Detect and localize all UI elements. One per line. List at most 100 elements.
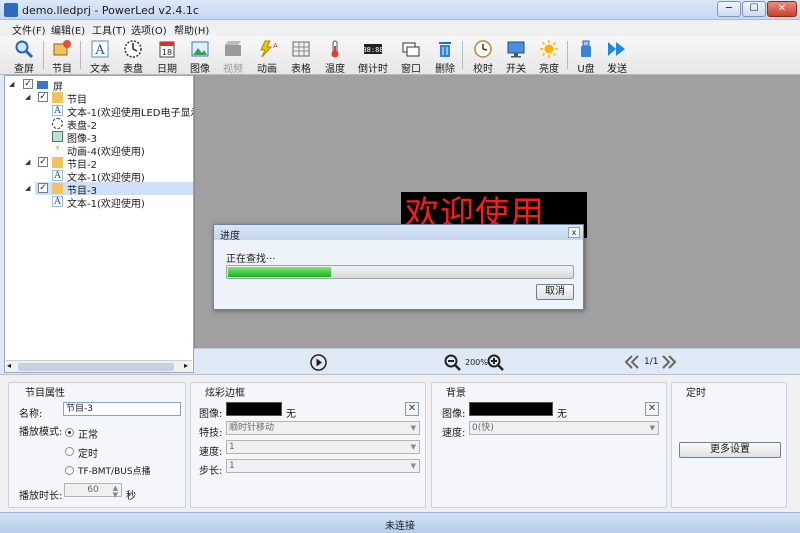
tree-checkbox[interactable]: ✓ — [38, 92, 48, 102]
dropdown-arrow-icon: ▼ — [410, 424, 416, 432]
image-icon — [191, 41, 209, 57]
background-image-swatch[interactable] — [469, 402, 553, 416]
border-image-swatch[interactable] — [226, 402, 282, 416]
add-dial-button[interactable]: 表盘 — [116, 38, 150, 75]
program-name-input[interactable]: 节目-3 — [63, 402, 181, 416]
send-button[interactable]: 发送 — [600, 38, 634, 75]
more-settings-button[interactable]: 更多设置 — [679, 442, 781, 458]
tree-node-image[interactable]: 图像-3 — [5, 130, 191, 145]
step-label: 步长: — [199, 466, 223, 477]
toolbar-label: 图像 — [190, 64, 210, 75]
add-program-button[interactable]: 节目 — [45, 38, 79, 75]
speed-value: 1 — [229, 442, 235, 452]
add-date-button[interactable]: 18 日期 — [150, 38, 184, 75]
speed-select[interactable]: 1 ▼ — [226, 440, 420, 454]
add-video-button[interactable]: 视频 — [216, 38, 250, 75]
tree-node-text[interactable]: A 文本-1(欢迎使用) — [5, 195, 191, 210]
clear-border-image-button[interactable]: ✕ — [405, 402, 419, 416]
connection-status: 未连接 — [385, 521, 415, 532]
program-tree[interactable]: ◢ ✓ 屏 ◢ ✓ 节目 A 文本-1(欢迎使用LED电子显示屏 表盘-2 图像… — [4, 75, 194, 373]
menu-options[interactable]: 选项(O) — [131, 22, 167, 37]
add-image-button[interactable]: 图像 — [183, 38, 217, 75]
add-temperature-button[interactable]: 温度 — [318, 38, 352, 75]
toolbar-label: 倒计时 — [358, 64, 388, 75]
spin-down-icon[interactable]: ▼ — [113, 489, 118, 501]
tree-node-program[interactable]: ◢ ✓ 节目-2 — [5, 156, 191, 171]
brightness-button[interactable]: 亮度 — [532, 38, 566, 75]
add-window-button[interactable]: 窗口 — [394, 38, 428, 75]
menu-help[interactable]: 帮助(H) — [174, 22, 209, 37]
tree-horizontal-scrollbar[interactable]: ◂ ▸ — [6, 360, 192, 372]
tree-node-text[interactable]: A 文本-1(欢迎使用) — [5, 169, 191, 184]
tree-checkbox[interactable]: ✓ — [23, 79, 33, 89]
scroll-right-arrow-icon[interactable]: ▸ — [184, 361, 188, 370]
properties-panel: 节目属性 名称: 节目-3 播放模式: 正常 定时 TF-BMT/BUS点播 播… — [0, 374, 800, 512]
tree-checkbox[interactable]: ✓ — [38, 157, 48, 167]
add-text-button[interactable]: A 文本 — [83, 38, 117, 75]
screen-monitor-icon — [37, 81, 48, 89]
power-switch-button[interactable]: 开关 — [499, 38, 533, 75]
dialog-close-button[interactable]: x — [568, 227, 580, 238]
toolbar-label: 发送 — [607, 64, 627, 75]
collapse-triangle-icon[interactable]: ◢ — [25, 93, 33, 101]
tree-node-program-selected[interactable]: ◢ ✓ 节目-3 — [25, 182, 193, 197]
tree-checkbox[interactable]: ✓ — [38, 183, 48, 193]
preview-controls: 200% 1/1 — [194, 348, 800, 374]
tree-node-program[interactable]: ◢ ✓ 节目 — [5, 91, 191, 106]
step-value: 1 — [229, 461, 235, 471]
tree-node-dial[interactable]: 表盘-2 — [5, 117, 191, 132]
toolbar-separator — [80, 41, 81, 69]
menu-edit[interactable]: 编辑(E) — [51, 22, 85, 37]
previous-page-icon[interactable] — [624, 354, 640, 370]
background-speed-select[interactable]: 0(快) ▼ — [469, 421, 659, 435]
text-icon: A — [52, 196, 63, 207]
collapse-triangle-icon[interactable]: ◢ — [9, 80, 17, 88]
scroll-left-arrow-icon[interactable]: ◂ — [7, 361, 11, 370]
mode-normal-radio[interactable] — [65, 428, 74, 437]
next-page-icon[interactable] — [661, 354, 677, 370]
close-button[interactable]: ✕ — [767, 1, 797, 17]
step-select[interactable]: 1 ▼ — [226, 459, 420, 473]
cancel-button[interactable]: 取消 — [536, 284, 574, 300]
zoom-out-icon[interactable] — [444, 354, 461, 371]
toolbar-separator — [567, 41, 568, 69]
toolbar-label: 查屏 — [14, 64, 34, 75]
effect-select[interactable]: 顺时针移动 ▼ — [226, 421, 420, 435]
time-sync-button[interactable]: 校时 — [466, 38, 500, 75]
animation-icon: A — [260, 40, 277, 58]
group-title: 背景 — [444, 384, 468, 399]
mode-ondemand-radio[interactable] — [65, 466, 74, 475]
menu-tools[interactable]: 工具(T) — [92, 22, 126, 37]
find-screen-button[interactable]: 查屏 — [7, 38, 41, 75]
minimize-button[interactable]: ─ — [717, 1, 741, 17]
tree-node-animation[interactable]: ⚡ 动画-4(欢迎使用) — [5, 143, 191, 158]
play-icon[interactable] — [310, 354, 327, 371]
add-countdown-button[interactable]: 88:88 倒计时 — [356, 38, 390, 75]
clear-background-image-button[interactable]: ✕ — [645, 402, 659, 416]
usb-export-button[interactable]: U盘 — [569, 38, 603, 75]
collapse-triangle-icon[interactable]: ◢ — [25, 158, 33, 166]
tree-node-screen[interactable]: ◢ ✓ 屏 — [5, 78, 191, 93]
duration-value: 60 — [87, 485, 99, 495]
zoom-level: 200% — [465, 358, 488, 367]
toolbar-label: 窗口 — [401, 64, 421, 75]
mode-timed-radio[interactable] — [65, 447, 74, 456]
menu-file[interactable]: 文件(F) — [12, 22, 46, 37]
background-speed-label: 速度: — [442, 428, 466, 439]
add-animation-button[interactable]: A 动画 — [250, 38, 284, 75]
tree-node-text[interactable]: A 文本-1(欢迎使用LED电子显示屏 — [5, 104, 193, 117]
maximize-button[interactable]: ☐ — [742, 1, 766, 17]
zoom-in-icon[interactable] — [487, 354, 504, 371]
scroll-thumb[interactable] — [18, 363, 174, 371]
toolbar-label: 视频 — [223, 64, 243, 75]
svg-text:18: 18 — [162, 48, 172, 57]
add-table-button[interactable]: 表格 — [284, 38, 318, 75]
mode-timed-label: 定时 — [78, 449, 98, 460]
program-icon — [52, 157, 63, 168]
tree-label: 文本-1(欢迎使用) — [67, 199, 145, 210]
duration-spinner[interactable]: 60 ▲ ▼ — [64, 483, 122, 499]
sun-brightness-icon — [540, 40, 558, 58]
collapse-triangle-icon[interactable]: ◢ — [25, 184, 33, 192]
delete-button[interactable]: 删除 — [428, 38, 462, 75]
toolbar-label: 文本 — [90, 64, 110, 75]
